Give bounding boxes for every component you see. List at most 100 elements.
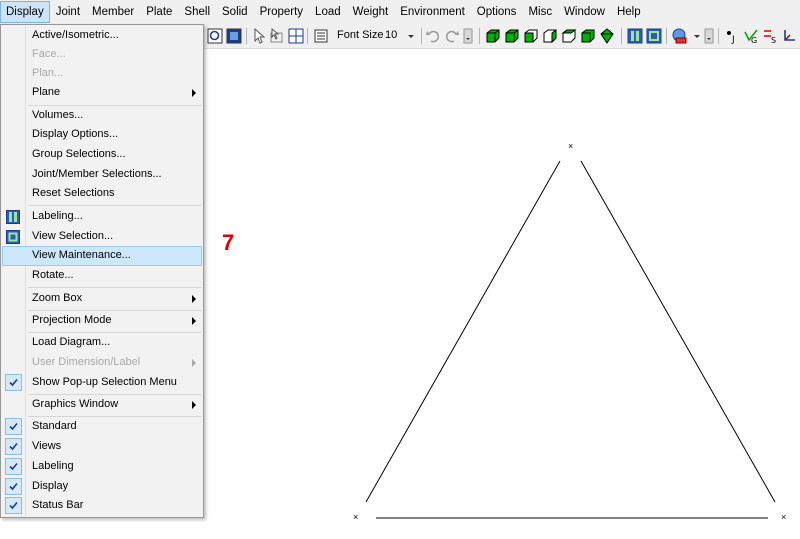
- menu-item-volumes[interactable]: Volumes...: [2, 106, 202, 126]
- menu-item-label: Display Options...: [32, 128, 119, 140]
- menu-item-user-dimension-label: User Dimension/Label: [2, 353, 202, 373]
- menu-item-view-maintenance[interactable]: View Maintenance...: [2, 246, 202, 266]
- submenu-arrow-icon: [192, 317, 196, 325]
- checkmark-icon: [5, 438, 22, 455]
- checkmark-icon: [5, 478, 22, 495]
- menu-load[interactable]: Load: [309, 1, 347, 23]
- menu-item-plane[interactable]: Plane: [2, 83, 202, 103]
- menu-item-views[interactable]: Views: [2, 437, 202, 457]
- menu-misc[interactable]: Misc: [522, 1, 558, 23]
- labeling-icon: [6, 210, 20, 224]
- step-annotation: 7: [222, 230, 235, 255]
- menu-item-view-selection[interactable]: View Selection...: [2, 227, 202, 247]
- svg-text:J: J: [731, 35, 735, 44]
- menu-item-graphics-window[interactable]: Graphics Window: [2, 395, 202, 415]
- menu-joint[interactable]: Joint: [50, 1, 86, 23]
- submenu-arrow-icon: [192, 89, 196, 97]
- menu-member[interactable]: Member: [86, 1, 140, 23]
- menu-item-active-isometric[interactable]: Active/Isometric...: [2, 26, 202, 46]
- grid-select-icon[interactable]: [288, 28, 304, 44]
- menu-item-labeling-toolbar[interactable]: Labeling: [2, 457, 202, 477]
- menu-item-reset-selections[interactable]: Reset Selections: [2, 184, 202, 204]
- view-front-icon[interactable]: [485, 28, 501, 44]
- menu-item-label: Show Pop-up Selection Menu: [32, 376, 177, 388]
- menu-property[interactable]: Property: [254, 1, 309, 23]
- menu-item-standard[interactable]: Standard: [2, 417, 202, 437]
- graphics-window[interactable]: × × ×: [203, 49, 800, 539]
- axis-icon[interactable]: [781, 28, 797, 44]
- view-selection-icon[interactable]: [646, 28, 662, 44]
- list-icon[interactable]: [313, 28, 329, 44]
- menu-separator: [28, 205, 201, 206]
- submenu-arrow-icon: [192, 295, 196, 303]
- menu-item-label: User Dimension/Label: [32, 356, 141, 368]
- render-dropdown-icon[interactable]: [689, 28, 705, 44]
- checkmark-icon: [5, 497, 22, 514]
- redo-icon[interactable]: [444, 28, 460, 44]
- joint-number-icon[interactable]: J: [724, 28, 740, 44]
- view-left-icon[interactable]: [523, 28, 539, 44]
- view-back-icon[interactable]: [504, 28, 520, 44]
- menu-item-label: Projection Mode: [32, 314, 112, 326]
- menu-item-label: Standard: [32, 420, 77, 432]
- menu-item-load-diagram[interactable]: Load Diagram...: [2, 333, 202, 353]
- menu-options[interactable]: Options: [471, 1, 523, 23]
- toolbar: Font Size 10 J G S: [203, 24, 800, 49]
- menu-solid[interactable]: Solid: [216, 1, 254, 23]
- view-bottom-icon[interactable]: [580, 28, 596, 44]
- zoom-fit-icon[interactable]: [207, 28, 223, 44]
- menu-item-label: Face...: [32, 48, 66, 60]
- font-size-value[interactable]: 10: [385, 29, 397, 41]
- menu-item-show-popup-selection-menu[interactable]: Show Pop-up Selection Menu: [2, 373, 202, 393]
- support-icon[interactable]: S: [762, 28, 778, 44]
- menu-item-display-toolbar[interactable]: Display: [2, 477, 202, 497]
- zoom-window-icon[interactable]: [226, 28, 242, 44]
- menu-item-labeling[interactable]: Labeling...: [2, 207, 202, 227]
- menu-item-label: Zoom Box: [32, 292, 83, 304]
- font-size-dropdown-icon[interactable]: [403, 28, 419, 44]
- view-isometric-icon[interactable]: [599, 28, 615, 44]
- menu-weight[interactable]: Weight: [347, 1, 395, 23]
- menu-shell[interactable]: Shell: [178, 1, 216, 23]
- menu-plate[interactable]: Plate: [140, 1, 178, 23]
- render-options-icon[interactable]: [672, 28, 688, 44]
- menu-item-label: Joint/Member Selections...: [32, 168, 162, 180]
- menu-item-label: Graphics Window: [32, 398, 119, 410]
- joint-top-marker[interactable]: ×: [568, 142, 573, 151]
- menu-help[interactable]: Help: [611, 1, 647, 23]
- undo-icon[interactable]: [425, 28, 441, 44]
- toolbar-overflow-icon[interactable]: [704, 28, 714, 44]
- toolbar-overflow-icon[interactable]: [463, 28, 473, 44]
- menu-item-face: Face...: [2, 45, 202, 65]
- joint-right-marker[interactable]: ×: [781, 513, 786, 522]
- menu-item-label: Labeling...: [32, 210, 83, 222]
- member-left[interactable]: [365, 160, 561, 503]
- menu-item-group-selections[interactable]: Group Selections...: [2, 145, 202, 165]
- labeling-icon[interactable]: [627, 28, 643, 44]
- menu-item-display-options[interactable]: Display Options...: [2, 125, 202, 145]
- pointer-icon[interactable]: [251, 28, 267, 44]
- svg-text:G: G: [751, 36, 757, 44]
- toolbar-separator: [246, 28, 247, 44]
- toolbar-separator: [479, 28, 480, 44]
- menu-item-status-bar[interactable]: Status Bar: [2, 496, 202, 516]
- member-right[interactable]: [580, 160, 776, 503]
- member-number-icon[interactable]: G: [743, 28, 759, 44]
- menu-window[interactable]: Window: [558, 1, 611, 23]
- menu-item-label: Volumes...: [32, 109, 84, 121]
- joint-left-marker[interactable]: ×: [353, 513, 358, 522]
- menu-bar: Display Joint Member Plate Shell Solid P…: [0, 0, 800, 25]
- view-right-icon[interactable]: [542, 28, 558, 44]
- view-top-icon[interactable]: [561, 28, 577, 44]
- menu-item-joint-member-selections[interactable]: Joint/Member Selections...: [2, 165, 202, 185]
- toolbar-separator: [421, 28, 422, 44]
- menu-item-label: Reset Selections: [32, 187, 115, 199]
- menu-item-projection-mode[interactable]: Projection Mode: [2, 311, 202, 331]
- menu-display[interactable]: Display: [0, 1, 50, 23]
- menu-item-zoom-box[interactable]: Zoom Box: [2, 289, 202, 309]
- menu-environment[interactable]: Environment: [394, 1, 471, 23]
- menu-item-rotate[interactable]: Rotate...: [2, 266, 202, 286]
- select-node-icon[interactable]: [269, 28, 285, 44]
- menu-item-label: Status Bar: [32, 499, 84, 511]
- checkmark-icon: [5, 418, 22, 435]
